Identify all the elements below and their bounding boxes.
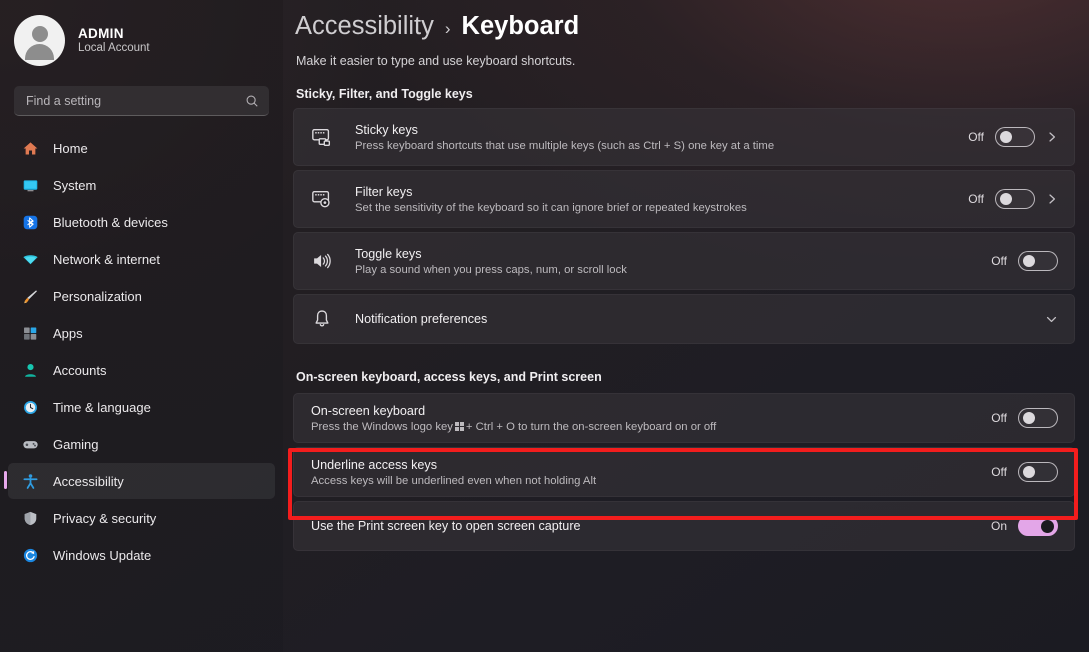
- page-subtitle: Make it easier to type and use keyboard …: [296, 54, 576, 68]
- search-input[interactable]: [26, 93, 245, 108]
- setting-title: Toggle keys: [355, 246, 422, 261]
- setting-title: Filter keys: [355, 184, 413, 199]
- apps-grid-icon: [24, 327, 37, 340]
- account-person-icon: [25, 363, 36, 377]
- chevron-down-icon[interactable]: [1045, 313, 1058, 326]
- shield-icon: [24, 511, 37, 525]
- bluetooth-icon: [23, 215, 38, 229]
- person-avatar-icon: [14, 14, 65, 66]
- setting-row-toggle-keys[interactable]: Toggle keys Play a sound when you press …: [293, 232, 1075, 290]
- sidebar-item-system[interactable]: System: [8, 167, 275, 203]
- main-content: Accessibility › Keyboard Make it easier …: [283, 0, 1089, 652]
- filter-keys-toggle[interactable]: [995, 189, 1035, 209]
- setting-row-filter-keys[interactable]: Filter keys Set the sensitivity of the k…: [293, 170, 1075, 228]
- setting-row-underline-access-keys[interactable]: Underline access keys Access keys will b…: [293, 447, 1075, 497]
- sidebar-item-label: Privacy & security: [53, 510, 157, 526]
- settings-window: ADMIN Local Account Home: [0, 0, 1089, 652]
- setting-description: Access keys will be underlined even when…: [311, 474, 597, 487]
- status-badge: Off: [991, 254, 1007, 268]
- setting-title: Underline access keys: [311, 457, 437, 472]
- sidebar-item-bluetooth-devices[interactable]: Bluetooth & devices: [8, 204, 275, 240]
- search-box[interactable]: [14, 86, 269, 116]
- sidebar-item-accessibility[interactable]: Accessibility: [4, 463, 275, 499]
- status-badge: Off: [991, 411, 1007, 425]
- chevron-right-icon[interactable]: [1046, 131, 1058, 143]
- keyboard-sticky-keys-icon: [312, 128, 331, 146]
- sidebar-item-personalization[interactable]: Personalization: [8, 278, 275, 314]
- setting-description-suffix: + Ctrl + O to turn the on-screen keyboar…: [465, 420, 717, 433]
- setting-row-on-screen-keyboard[interactable]: On-screen keyboard Press the Windows log…: [293, 393, 1075, 443]
- sidebar-item-label: Home: [53, 140, 88, 156]
- setting-description: Set the sensitivity of the keyboard so i…: [355, 201, 747, 214]
- profile-account-type: Local Account: [78, 42, 150, 54]
- setting-title: Use the Print screen key to open screen …: [311, 519, 581, 533]
- user-profile[interactable]: ADMIN Local Account: [0, 0, 283, 66]
- sidebar-item-label: Network & internet: [53, 251, 160, 267]
- chevron-right-icon[interactable]: [1046, 193, 1058, 205]
- sidebar-item-label: Gaming: [53, 436, 99, 452]
- sidebar-item-accounts[interactable]: Accounts: [8, 352, 275, 388]
- setting-title: Sticky keys: [355, 122, 418, 137]
- sidebar-item-label: Apps: [53, 325, 83, 341]
- system-display-icon: [23, 179, 38, 191]
- setting-row-print-screen-capture[interactable]: Use the Print screen key to open screen …: [293, 501, 1075, 551]
- section-title-sticky-filter-toggle: Sticky, Filter, and Toggle keys: [296, 87, 473, 101]
- clock-icon: [24, 400, 37, 414]
- toggle-keys-toggle[interactable]: [1018, 251, 1058, 271]
- breadcrumb: Accessibility › Keyboard: [293, 0, 1075, 41]
- sidebar-item-apps[interactable]: Apps: [8, 315, 275, 351]
- update-refresh-icon: [23, 548, 38, 562]
- setting-title: On-screen keyboard: [311, 403, 426, 418]
- windows-logo-key-icon: [454, 421, 464, 431]
- profile-name: ADMIN: [78, 26, 124, 41]
- sidebar-item-label: System: [53, 177, 97, 193]
- setting-description: Play a sound when you press caps, num, o…: [355, 263, 627, 276]
- sidebar-nav: Home System Bluetooth & devices Network …: [0, 130, 283, 573]
- sticky-keys-toggle[interactable]: [995, 127, 1035, 147]
- wifi-icon: [23, 254, 38, 264]
- sidebar-item-time-language[interactable]: Time & language: [8, 389, 275, 425]
- sidebar-item-gaming[interactable]: Gaming: [8, 426, 275, 462]
- setting-title: Notification preferences: [355, 312, 488, 326]
- setting-row-sticky-keys[interactable]: Sticky keys Press keyboard shortcuts tha…: [293, 108, 1075, 166]
- setting-row-notification-preferences[interactable]: Notification preferences: [293, 294, 1075, 344]
- sidebar-item-label: Bluetooth & devices: [53, 214, 168, 230]
- bell-notification-icon: [315, 310, 329, 327]
- underline-access-keys-toggle[interactable]: [1018, 462, 1058, 482]
- keyboard-filter-keys-icon: [312, 190, 330, 208]
- on-screen-keyboard-toggle[interactable]: [1018, 408, 1058, 428]
- status-badge: Off: [991, 465, 1007, 479]
- sidebar-item-label: Windows Update: [53, 547, 152, 563]
- sidebar-item-label: Personalization: [53, 288, 142, 304]
- sidebar-item-home[interactable]: Home: [8, 130, 275, 166]
- sidebar-item-label: Accounts: [53, 362, 107, 378]
- home-icon: [23, 142, 38, 154]
- sidebar: ADMIN Local Account Home: [0, 0, 283, 652]
- sidebar-item-privacy-security[interactable]: Privacy & security: [8, 500, 275, 536]
- sidebar-item-label: Time & language: [53, 399, 151, 415]
- status-badge: On: [990, 519, 1007, 533]
- status-badge: Off: [968, 192, 984, 206]
- setting-description: Press keyboard shortcuts that use multip…: [355, 139, 775, 152]
- breadcrumb-separator-icon: ›: [444, 19, 451, 38]
- search-icon: [246, 95, 258, 107]
- sidebar-item-network-internet[interactable]: Network & internet: [8, 241, 275, 277]
- breadcrumb-parent[interactable]: Accessibility: [295, 12, 434, 41]
- page-title: Keyboard: [461, 12, 580, 40]
- accessibility-person-icon: [23, 473, 38, 489]
- setting-description-prefix: Press the Windows logo key: [311, 420, 453, 433]
- gamepad-icon: [23, 440, 38, 448]
- speaker-sound-icon: [314, 253, 331, 269]
- print-screen-capture-toggle[interactable]: [1018, 516, 1058, 536]
- sidebar-item-label: Accessibility: [53, 473, 124, 489]
- sidebar-item-windows-update[interactable]: Windows Update: [8, 537, 275, 573]
- paintbrush-icon: [24, 289, 37, 303]
- status-badge: Off: [968, 130, 984, 144]
- section-title-onscreen-keyboard: On-screen keyboard, access keys, and Pri…: [296, 370, 602, 384]
- setting-description: Press the Windows logo key + Ctrl + O to …: [311, 421, 991, 433]
